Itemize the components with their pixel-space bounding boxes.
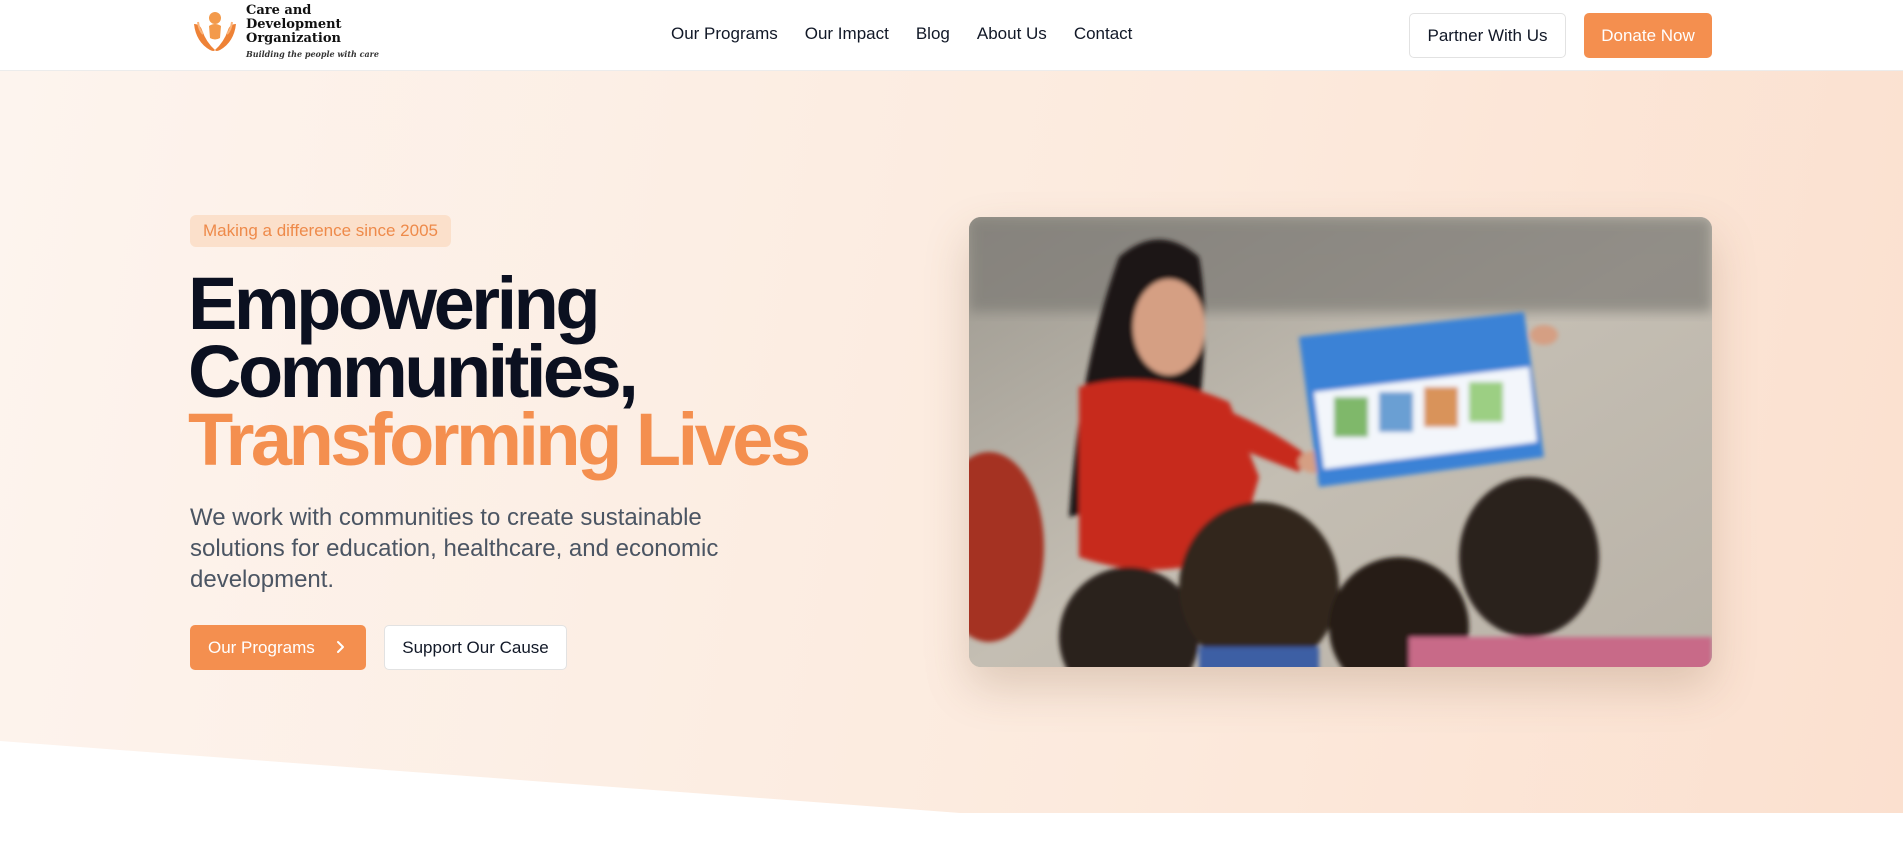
our-programs-button-label: Our Programs [208,637,315,657]
nav-about-us[interactable]: About Us [977,23,1047,45]
logo-tagline: Building the people with care [246,48,379,59]
donate-now-button[interactable]: Donate Now [1584,13,1712,58]
logo-name-line1: Care and Development [246,2,342,32]
nav-blog[interactable]: Blog [916,23,950,45]
nav-contact[interactable]: Contact [1074,23,1133,45]
nav-our-programs[interactable]: Our Programs [671,23,778,45]
hero-subtext: We work with communities to create susta… [190,504,719,593]
hero-bottom-wave [0,741,1903,821]
partner-with-us-button[interactable]: Partner With Us [1409,13,1566,58]
main-nav: Our Programs Our Impact Blog About Us Co… [671,23,1159,45]
headline-line-1: Empowering [188,262,601,345]
hero-image [969,217,1712,667]
nav-our-impact[interactable]: Our Impact [805,23,889,45]
our-programs-button[interactable]: Our Programs [190,625,366,670]
chevron-right-icon [337,641,344,653]
since-badge: Making a difference since 2005 [190,215,452,247]
hero-photo-illustration [969,217,1712,667]
site-logo[interactable]: Care and Development Organization Buildi… [190,2,400,59]
hero-headline: Empowering Communities, Transforming Liv… [188,262,888,481]
headline-line-2: Communities, [188,330,639,413]
support-our-cause-button[interactable]: Support Our Cause [384,625,567,670]
hands-holding-person-icon [194,12,236,51]
headline-accent: Transforming Lives [188,398,811,481]
site-header: Care and Development Organization Buildi… [0,0,1903,71]
logo-name-line2: Organization [246,30,341,46]
